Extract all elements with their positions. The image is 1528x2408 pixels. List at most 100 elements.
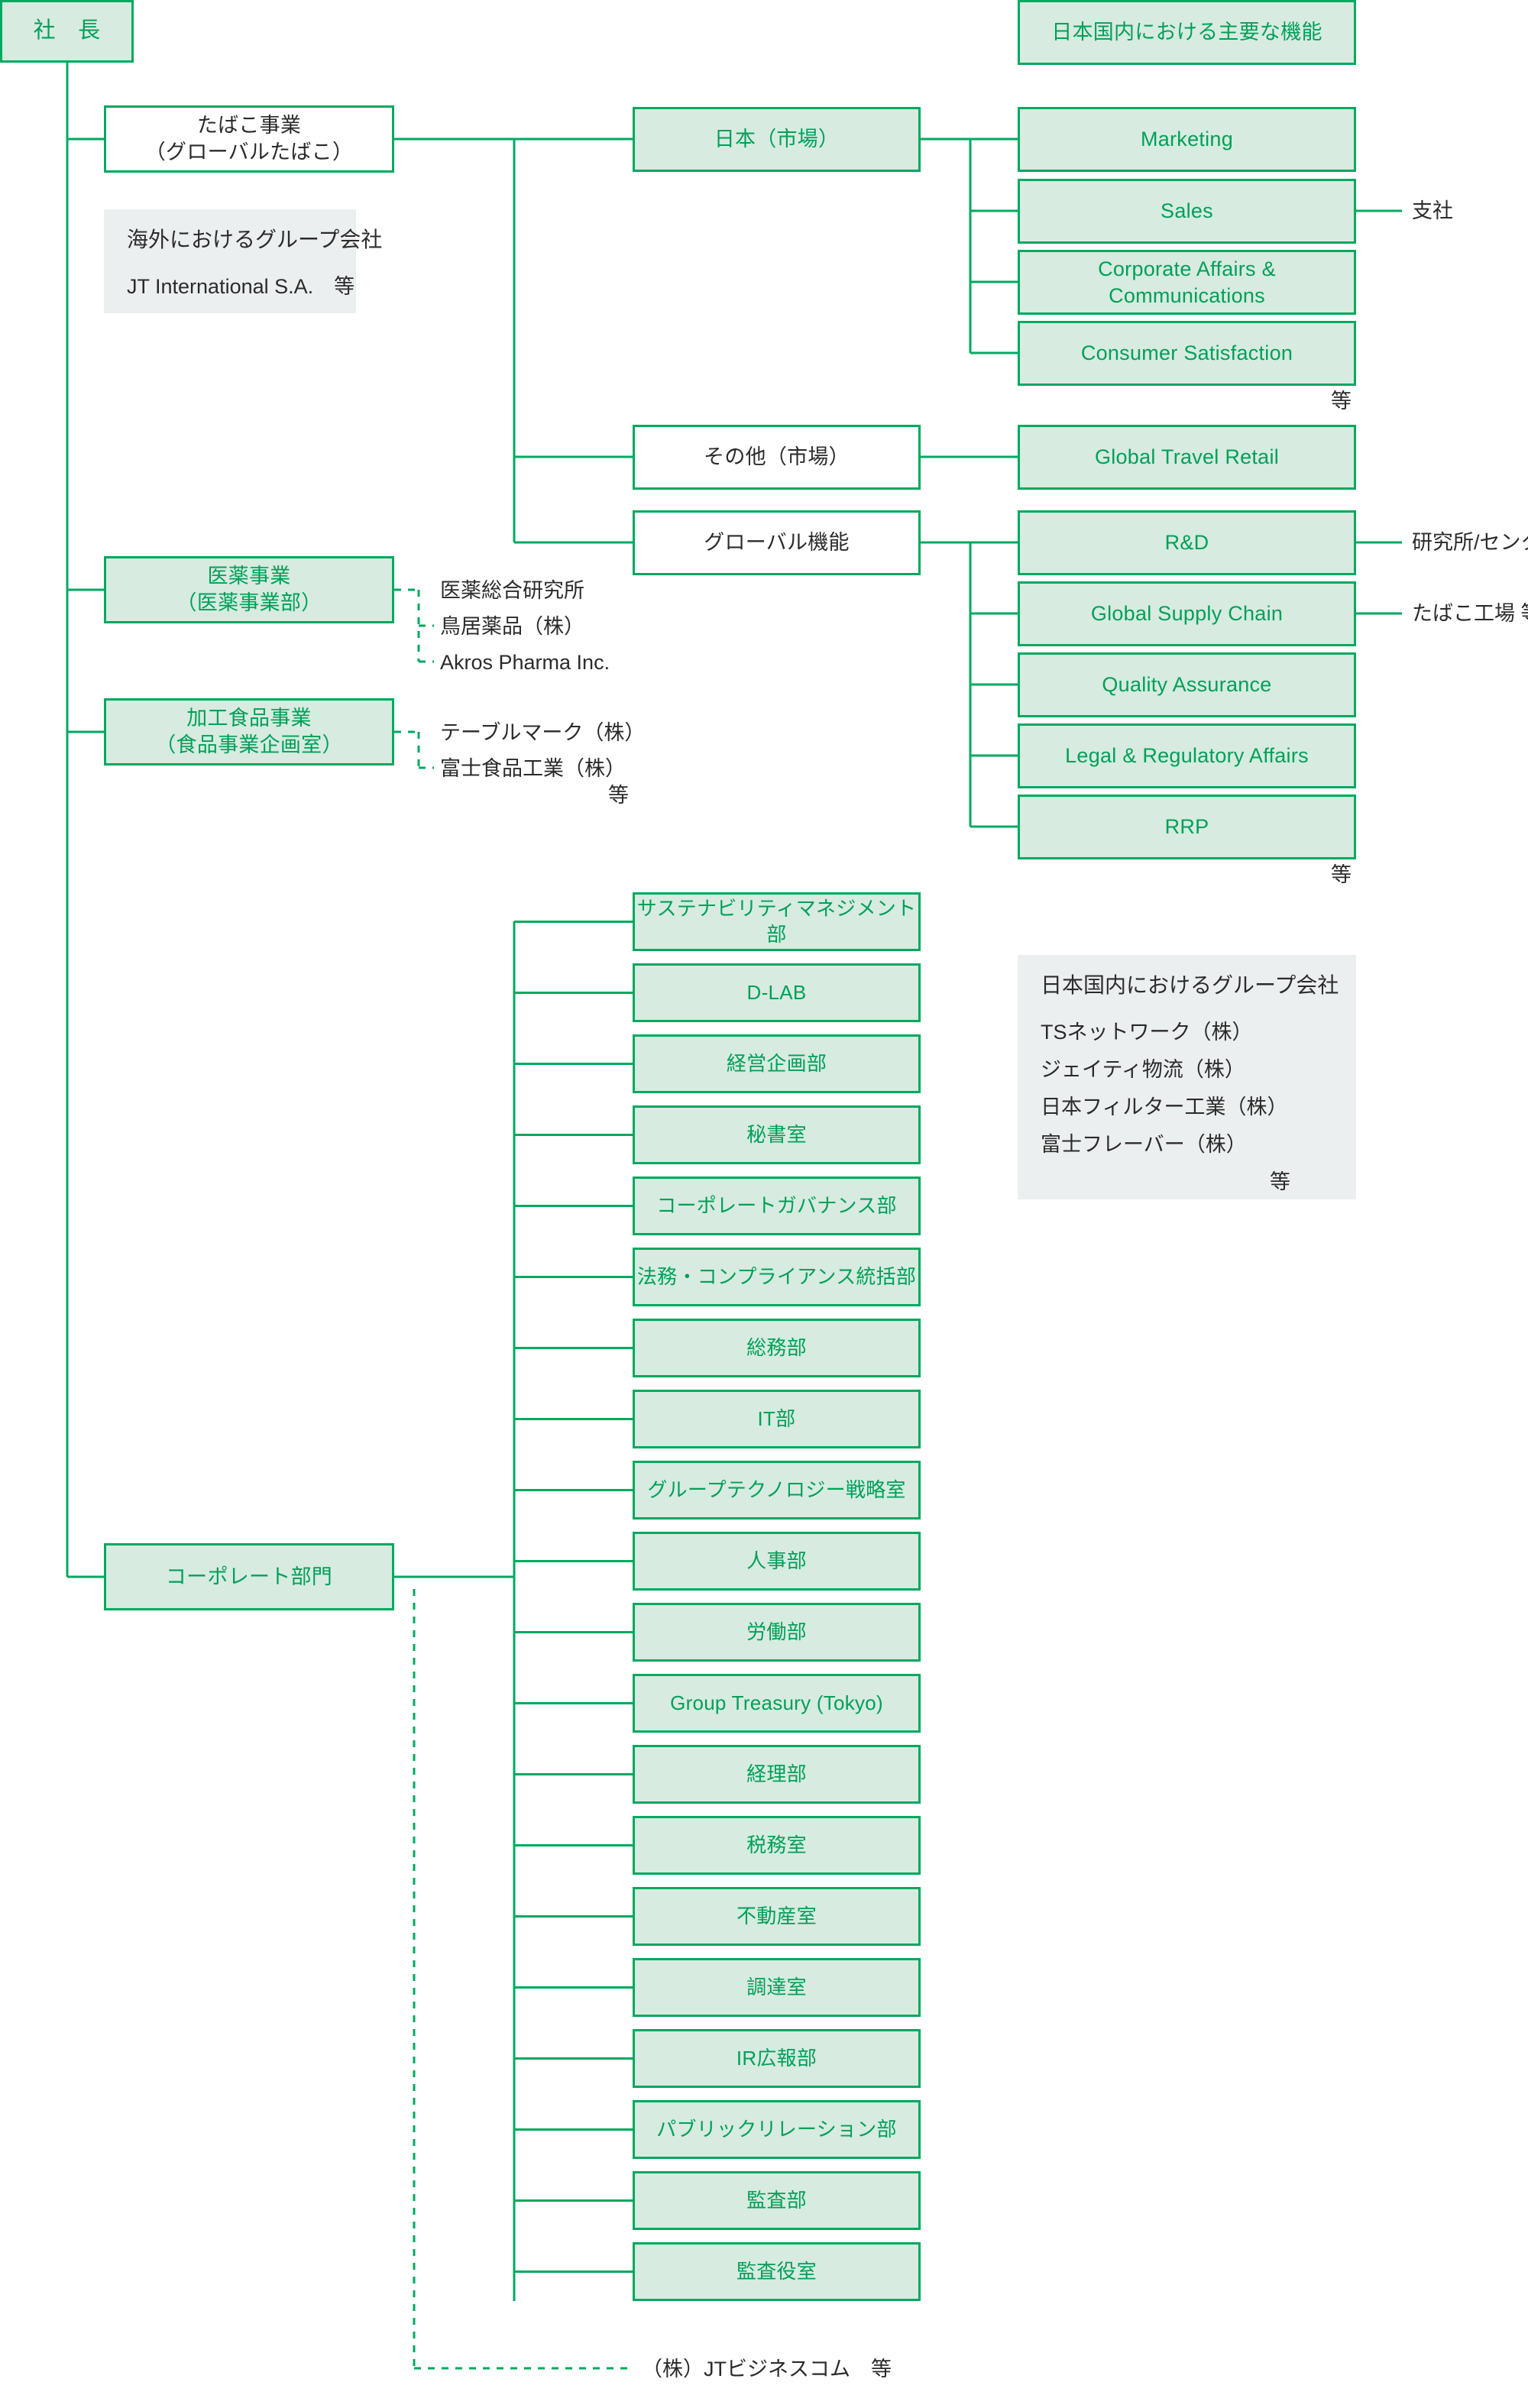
note-sales-branch: 支社 [1412,199,1453,222]
box-department[interactable]: コーポレートガバナンス部 [633,1176,921,1235]
panel-company: 日本フィルター工業（株） [1041,1096,1288,1118]
leaf-food-subsidiary: 富士食品工業（株） [440,757,626,780]
box-department[interactable]: 経営企画部 [633,1034,921,1093]
box-function-consumer-satisfaction[interactable]: Consumer Satisfaction [1018,321,1356,386]
box-department[interactable]: 労働部 [633,1603,921,1662]
box-label: R&D [1164,531,1209,555]
box-label: D-LAB [746,980,807,1004]
box-label: 医薬事業 （医薬事業部） [176,565,322,614]
box-department[interactable]: 税務室 [633,1816,921,1875]
panel-title: 海外におけるグループ会社 [127,228,383,251]
box-department[interactable]: 人事部 [633,1532,921,1591]
box-department[interactable]: パブリックリレーション部 [633,2100,921,2159]
box-function-global-supply-chain[interactable]: Global Supply Chain [1018,581,1356,646]
box-label: パブリックリレーション部 [656,2117,897,2141]
box-department[interactable]: Group Treasury (Tokyo) [633,1674,921,1733]
leaf-corporate-affiliate: （株）JTビジネスコム 等 [642,2358,892,2380]
panel-overseas-group-companies: 海外におけるグループ会社 JT International S.A. 等 [104,209,383,313]
box-label: Global Travel Retail [1094,445,1279,469]
box-label: 経理部 [746,1762,807,1785]
box-market-japan[interactable]: 日本（市場） [633,107,921,172]
box-label: Group Treasury (Tokyo) [670,1691,883,1714]
box-label: 日本（市場） [714,128,840,151]
box-label: 労働部 [746,1620,807,1643]
box-division-pharma[interactable]: 医薬事業 （医薬事業部） [104,556,394,623]
box-division-food[interactable]: 加工食品事業 （食品事業企画室） [104,698,394,765]
box-label: Global Supply Chain [1090,602,1284,626]
box-label: IR広報部 [736,2046,817,2070]
leaf-pharma-subsidiary: 鳥居薬品（株） [440,615,584,638]
box-function-global-travel-retail[interactable]: Global Travel Retail [1018,425,1356,490]
box-label: 秘書室 [746,1122,807,1146]
box-function-rrp[interactable]: RRP [1018,795,1356,859]
panel-company: JT International S.A. 等 [127,275,355,298]
box-department[interactable]: 監査役室 [633,2242,921,2301]
box-function-quality-assurance[interactable]: Quality Assurance [1018,652,1356,717]
box-label: 税務室 [746,1833,807,1856]
panel-title: 日本国内におけるグループ会社 [1041,973,1339,997]
box-department[interactable]: IR広報部 [633,2029,921,2088]
box-function-sales[interactable]: Sales [1018,179,1356,244]
box-label: グローバル機能 [704,531,850,555]
box-label: Sales [1161,199,1213,223]
leaf-pharma-subsidiary: Akros Pharma Inc. [440,651,610,674]
box-label: 法務・コンプライアンス統括部 [636,1264,917,1288]
panel-domestic-group-companies: 日本国内におけるグループ会社 TSネットワーク（株） ジェイティ物流（株） 日本… [1018,955,1356,1199]
box-department[interactable]: サステナビリティマネジメント部 [633,892,921,951]
box-label: グループテクノロジー戦略室 [647,1477,906,1501]
panel-company: 富士フレーバー（株） [1041,1133,1247,1156]
box-label: 総務部 [746,1335,807,1359]
box-label: 不動産室 [736,1904,817,1927]
box-division-corporate[interactable]: コーポレート部門 [104,1543,394,1610]
box-department[interactable]: D-LAB [633,963,921,1022]
box-label: 社 長 [33,18,101,44]
box-label: たばこ事業 （グローバルたばこ） [144,114,354,163]
box-label: Legal & Regulatory Affairs [1065,744,1309,768]
box-label: その他（市場） [704,445,850,469]
box-function-marketing[interactable]: Marketing [1018,107,1356,172]
panel-company: ジェイティ物流（株） [1041,1058,1245,1081]
note-rnd-centers: 研究所/センター [1412,531,1528,554]
org-chart: 社 長 日本国内における主要な機能 たばこ事業 （グローバルたばこ） 医薬事業 … [0,0,1528,2408]
box-label: 監査役室 [736,2259,817,2283]
leaf-food-subsidiary: テーブルマーク（株） [440,721,646,744]
box-label: IT部 [757,1406,796,1430]
box-label: 調達室 [746,1975,807,1999]
panel-etc: 等 [1270,1170,1290,1193]
etc-japan-functions: 等 [1331,390,1352,413]
box-label: Consumer Satisfaction [1080,341,1293,365]
note-tobacco-factories: たばこ工場 等 [1412,602,1528,625]
box-department[interactable]: 法務・コンプライアンス統括部 [633,1248,921,1306]
box-label: 経営企画部 [726,1051,827,1075]
box-function-legal-regulatory[interactable]: Legal & Regulatory Affairs [1018,723,1356,788]
box-domestic-functions-header: 日本国内における主要な機能 [1018,0,1356,65]
box-department[interactable]: 不動産室 [633,1887,921,1946]
panel-company: TSネットワーク（株） [1041,1021,1253,1044]
box-label: 日本国内における主要な機能 [1051,21,1322,44]
box-department[interactable]: IT部 [633,1390,921,1448]
box-label: RRP [1164,815,1209,839]
box-label: Marketing [1141,128,1233,151]
box-label: 加工食品事業 （食品事業企画室） [155,707,343,756]
leaf-pharma-subsidiary: 医薬総合研究所 [440,579,584,602]
box-department[interactable]: グループテクノロジー戦略室 [633,1461,921,1520]
etc-global-functions: 等 [1331,863,1352,886]
box-president[interactable]: 社 長 [0,0,134,63]
box-label: コーポレート部門 [165,1565,333,1588]
box-market-other[interactable]: その他（市場） [633,425,921,490]
box-department[interactable]: 監査部 [633,2171,921,2230]
box-label: Corporate Affairs & Communications [1098,257,1276,307]
box-label: コーポレートガバナンス部 [656,1193,897,1217]
etc-food-subsidiaries: 等 [608,784,629,807]
box-department[interactable]: 経理部 [633,1745,921,1804]
box-market-global-functions[interactable]: グローバル機能 [633,510,921,575]
box-function-rnd[interactable]: R&D [1018,510,1356,575]
box-department[interactable]: 秘書室 [633,1105,921,1164]
box-label: Quality Assurance [1102,673,1272,697]
box-division-tobacco[interactable]: たばこ事業 （グローバルたばこ） [104,105,394,173]
box-function-corporate-affairs[interactable]: Corporate Affairs & Communications [1018,250,1356,315]
box-label: サステナビリティマネジメント部 [636,897,917,946]
box-department[interactable]: 総務部 [633,1319,921,1377]
box-department[interactable]: 調達室 [633,1958,921,2017]
box-label: 人事部 [746,1549,807,1572]
